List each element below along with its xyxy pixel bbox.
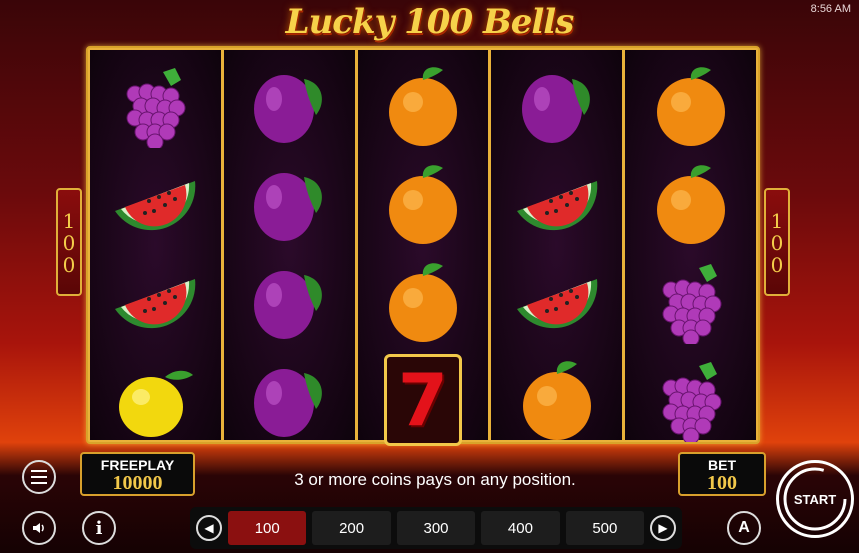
orange-icon: [358, 156, 489, 252]
bet-label: BET: [708, 457, 736, 473]
lines-count: 100: [765, 209, 789, 275]
start-button[interactable]: START: [776, 460, 854, 538]
bet-value: 100: [707, 472, 737, 494]
bet-option-500[interactable]: 500: [565, 511, 645, 545]
autoplay-button[interactable]: A: [727, 511, 761, 545]
orange-icon: [625, 156, 756, 252]
freeplay-panel: FREEPLAY 10000: [80, 452, 195, 496]
watermelon-icon: [90, 254, 221, 350]
reel-1: [90, 50, 221, 440]
sound-button[interactable]: [22, 511, 56, 545]
reel-3: 7: [357, 50, 489, 446]
lemon-icon: [90, 352, 221, 448]
lines-marker-right: 100: [764, 188, 790, 296]
bet-options: 100 200 300 400 500: [228, 511, 645, 545]
start-ring-icon: [783, 467, 847, 531]
info-icon: i: [95, 517, 103, 539]
bet-option-100[interactable]: 100: [228, 511, 307, 545]
orange-icon: [625, 58, 756, 154]
watermelon-icon: [491, 156, 622, 252]
menu-button[interactable]: [22, 460, 56, 494]
lines-marker-left: 100: [56, 188, 82, 296]
autoplay-icon: A: [738, 519, 750, 536]
watermelon-icon: [90, 156, 221, 252]
grapes-icon: [90, 58, 221, 154]
game-title: Lucky 100 Bells: [285, 2, 575, 42]
menu-icon: [31, 470, 47, 484]
reel-4: [491, 50, 623, 440]
bet-prev-button[interactable]: ◀: [196, 515, 222, 541]
reel-5: [625, 50, 756, 442]
plum-icon: [224, 352, 355, 448]
bet-next-button[interactable]: ▶: [650, 515, 676, 541]
seven-icon: 7: [358, 352, 489, 448]
bet-selector: ◀ 100 200 300 400 500 ▶: [190, 507, 682, 549]
seven-label: 7: [397, 358, 449, 442]
watermelon-icon: [491, 254, 622, 350]
reel-frame: 7: [86, 46, 760, 446]
reels: 7: [90, 50, 756, 446]
grapes-icon: [625, 254, 756, 350]
bet-option-300[interactable]: 300: [396, 511, 476, 545]
pay-message: 3 or more coins pays on any position.: [294, 470, 576, 489]
plum-icon: [491, 58, 622, 154]
bet-option-200[interactable]: 200: [312, 511, 391, 545]
grapes-icon: [625, 352, 756, 448]
freeplay-value: 10000: [112, 472, 163, 494]
plum-icon: [224, 58, 355, 154]
info-button[interactable]: i: [82, 511, 116, 545]
freeplay-label: FREEPLAY: [100, 457, 175, 473]
reel-2: [223, 50, 355, 440]
plum-icon: [224, 156, 355, 252]
bet-option-400[interactable]: 400: [481, 511, 560, 545]
orange-icon: [358, 254, 489, 350]
orange-icon: [358, 58, 489, 154]
speaker-icon: [33, 523, 44, 533]
orange-icon: [491, 352, 622, 448]
lines-count: 100: [57, 209, 81, 275]
plum-icon: [224, 254, 355, 350]
bet-panel: BET 100: [678, 452, 766, 496]
